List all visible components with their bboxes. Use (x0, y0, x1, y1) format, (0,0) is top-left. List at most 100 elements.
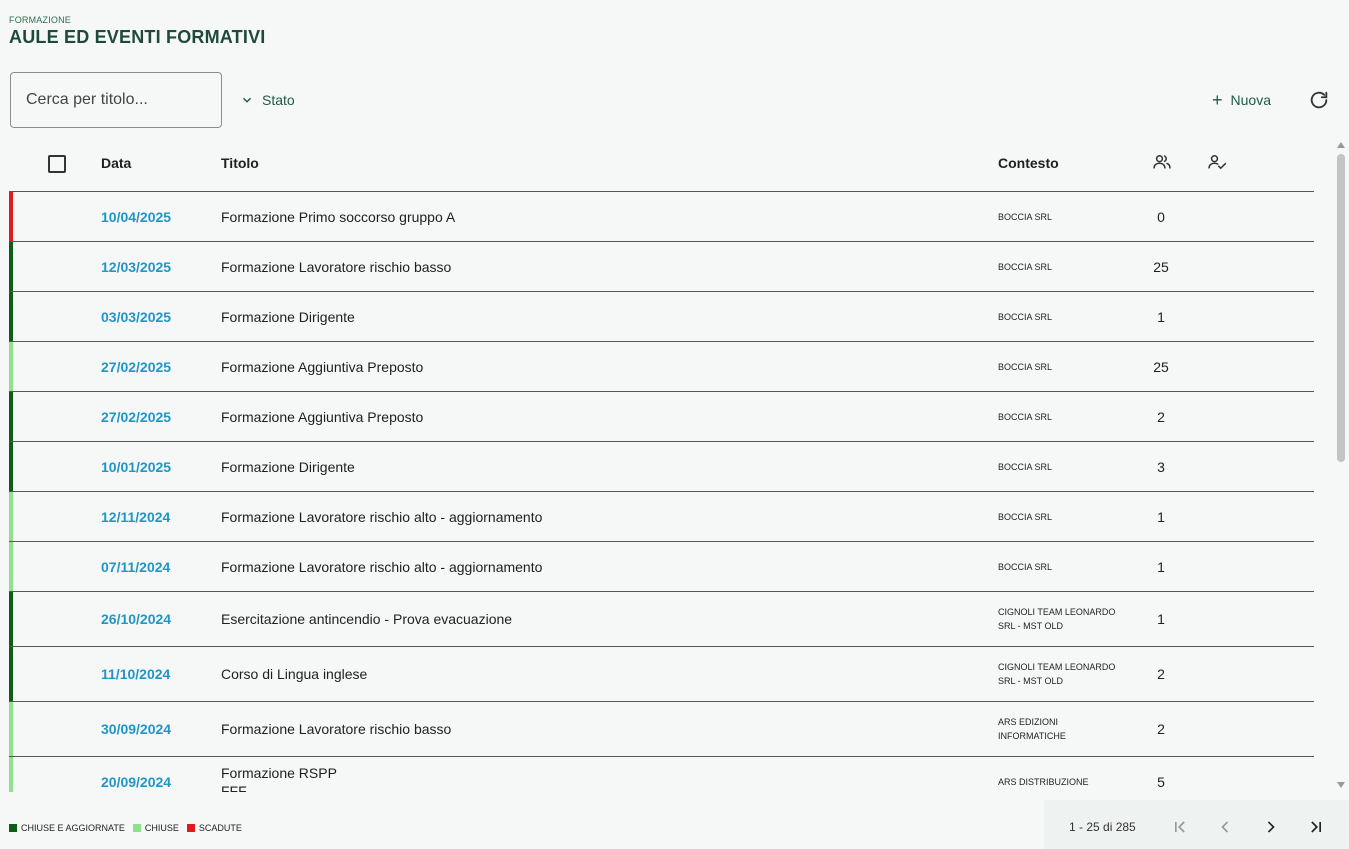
row-title: Formazione Dirigente (221, 458, 355, 476)
chevron-down-icon (242, 97, 252, 103)
row-title: Formazione Aggiuntiva Preposto (221, 358, 423, 376)
row-date-link[interactable]: 07/11/2024 (101, 559, 170, 575)
row-context: BOCCIA SRL (998, 461, 1053, 472)
row-participant-count: 2 (1157, 721, 1165, 737)
row-title-text: Formazione Lavoratore rischio basso (221, 258, 452, 275)
row-participant-count: 1 (1157, 558, 1165, 575)
row-participant-count: 3 (1157, 458, 1165, 475)
table-row[interactable]: 20/09/2024 Formazione RSPP FFF ARS DISTRIBU… (9, 757, 1314, 792)
row-date-link[interactable]: 03/03/2025 (101, 309, 171, 325)
row-title-text: Formazione Dirigente (221, 308, 355, 325)
scroll-down-arrow-icon[interactable] (1337, 782, 1345, 788)
column-header-context[interactable]: Contesto (998, 155, 1059, 171)
status-indicator (9, 757, 13, 792)
row-title-text: Formazione Primo soccorso gruppo A (221, 208, 456, 225)
next-page-icon[interactable] (1261, 817, 1281, 837)
legend-item-chiuse-aggiornate: CHIUSE E AGGIORNATE (9, 823, 125, 833)
legend-swatch (186, 824, 195, 832)
table-scrollbar[interactable] (1335, 140, 1347, 790)
status-indicator (9, 492, 13, 541)
table-row[interactable]: 30/09/2024 Formazione Lavoratore rischio … (9, 702, 1314, 757)
first-page-icon[interactable] (1170, 817, 1190, 837)
table-row[interactable]: 11/10/2024 Corso di Lingua inglese CIGNOLI… (9, 647, 1314, 702)
search-input[interactable] (11, 73, 221, 127)
row-context: BOCCIA SRL (998, 211, 1053, 222)
row-date-link[interactable]: 12/11/2024 (101, 509, 170, 525)
row-title-text: Formazione Lavoratore rischio alto - agg… (221, 508, 543, 525)
table-body: 10/04/2025 Formazione Primo soccorso grup… (9, 192, 1314, 792)
row-participant-count: 1 (1157, 508, 1165, 525)
row-title-text: Formazione Aggiuntiva Preposto (221, 408, 424, 425)
row-date-link[interactable]: 20/09/2024 (101, 774, 171, 790)
row-context: BOCCIA SRL (998, 511, 1053, 522)
legend-swatch (132, 824, 141, 832)
refresh-icon[interactable] (1308, 89, 1330, 111)
row-date-link[interactable]: 27/02/2025 (101, 409, 171, 425)
table-row[interactable]: 07/11/2024 Formazione Lavoratore rischio … (9, 542, 1314, 592)
row-title: Formazione Lavoratore rischio alto - agg… (221, 508, 542, 526)
table-row[interactable]: 12/11/2024 Formazione Lavoratore rischio … (9, 492, 1314, 542)
table-row[interactable]: 03/03/2025 Formazione Dirigente BOCCIA SRL… (9, 292, 1314, 342)
stato-filter-button[interactable]: Stato (240, 90, 295, 110)
row-title-text: Formazione Lavoratore rischio basso (221, 721, 452, 737)
row-participant-count: 1 (1157, 611, 1165, 627)
status-indicator (9, 647, 13, 701)
new-button-label: Nuova (1230, 92, 1271, 108)
row-participant-count: 0 (1157, 208, 1165, 225)
status-indicator (9, 702, 13, 756)
row-title: Formazione Lavoratore rischio basso (221, 720, 451, 738)
row-date-link[interactable]: 27/02/2025 (101, 359, 171, 375)
legend-item-scadute: SCADUTE (186, 823, 242, 833)
events-table: Data Titolo Contesto 10/04/2025 Formazion… (9, 138, 1314, 792)
table-row[interactable]: 10/04/2025 Formazione Primo soccorso grup… (9, 192, 1314, 242)
search-box[interactable] (10, 72, 222, 128)
table-row[interactable]: 10/01/2025 Formazione Dirigente BOCCIA SRL… (9, 442, 1314, 492)
select-all-checkbox[interactable] (48, 155, 66, 173)
scroll-thumb[interactable] (1337, 154, 1345, 462)
status-indicator (9, 342, 13, 391)
table-row[interactable]: 26/10/2024 Esercitazione antincendio - Pr… (9, 592, 1314, 647)
new-button[interactable]: + Nuova (1212, 89, 1271, 111)
row-date-link[interactable]: 12/03/2025 (101, 259, 171, 275)
status-indicator (9, 192, 13, 241)
legend-label: CHIUSE E AGGIORNATE (21, 823, 125, 833)
row-participant-count: 25 (1153, 358, 1169, 375)
row-subtitle-text: FFF (221, 782, 247, 793)
table-row[interactable]: 27/02/2025 Formazione Aggiuntiva Preposto… (9, 392, 1314, 442)
stato-filter-label: Stato (262, 92, 295, 108)
legend-label: SCADUTE (198, 823, 242, 833)
previous-page-icon[interactable] (1215, 817, 1235, 837)
row-title-text: Formazione Dirigente (221, 458, 355, 475)
row-date-link[interactable]: 11/10/2024 (101, 666, 170, 682)
legend-item-chiuse: CHIUSE (132, 823, 179, 833)
last-page-icon[interactable] (1306, 817, 1326, 837)
status-legend: CHIUSE E AGGIORNATE CHIUSE SCADUTE (9, 823, 242, 833)
row-context: ARS EDIZIONI INFORMATICHE (998, 717, 1066, 741)
row-date-link[interactable]: 10/01/2025 (101, 459, 171, 475)
table-row[interactable]: 12/03/2025 Formazione Lavoratore rischio … (9, 242, 1314, 292)
row-context: ARS DISTRIBUZIONE (998, 776, 1089, 787)
row-participant-count: 25 (1153, 258, 1169, 275)
legend-swatch (9, 824, 17, 832)
status-indicator (9, 242, 13, 291)
row-context: BOCCIA SRL (998, 411, 1053, 422)
row-date-link[interactable]: 26/10/2024 (101, 611, 171, 627)
row-date-link[interactable]: 10/04/2025 (101, 209, 171, 225)
status-indicator (9, 292, 13, 341)
row-title: Corso di Lingua inglese (221, 665, 367, 683)
plus-icon: + (1212, 90, 1223, 110)
row-title: Esercitazione antincendio - Prova evacua… (221, 610, 512, 628)
row-title: Formazione Lavoratore rischio basso (221, 258, 451, 276)
status-indicator (9, 442, 13, 491)
row-context: BOCCIA SRL (998, 311, 1053, 322)
column-header-title[interactable]: Titolo (221, 155, 259, 171)
column-header-date[interactable]: Data (101, 155, 131, 171)
row-participant-count: 1 (1157, 308, 1165, 325)
page-header: FORMAZIONE AULE ED EVENTI FORMATIVI (9, 15, 265, 48)
row-date-link[interactable]: 30/09/2024 (101, 721, 171, 737)
table-row[interactable]: 27/02/2025 Formazione Aggiuntiva Preposto… (9, 342, 1314, 392)
row-context: CIGNOLI TEAM LEONARDO SRL - MST OLD (998, 607, 1116, 631)
scroll-up-arrow-icon[interactable] (1337, 142, 1345, 148)
row-title: Formazione Aggiuntiva Preposto (221, 408, 423, 426)
page-title: AULE ED EVENTI FORMATIVI (9, 27, 266, 47)
